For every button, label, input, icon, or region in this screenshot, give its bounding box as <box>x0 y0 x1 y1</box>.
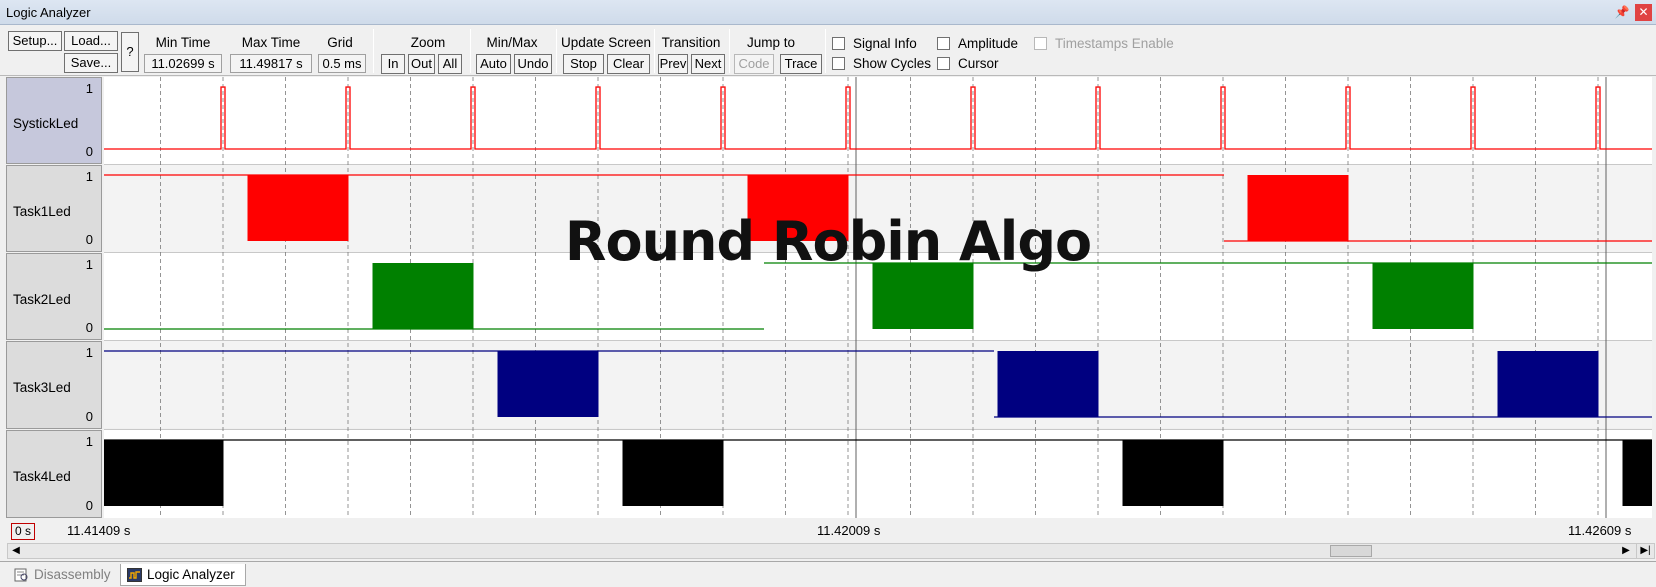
signal-name-task3led[interactable]: 1 Task3Led 0 <box>6 341 102 429</box>
toolbar-divider <box>729 29 730 73</box>
low-level-label: 0 <box>85 409 93 424</box>
show-cycles-checkbox[interactable] <box>832 57 845 70</box>
scroll-left-icon[interactable]: ◀ <box>8 544 24 558</box>
low-level-label: 0 <box>85 144 93 159</box>
min-time-value: 11.02699 s <box>144 54 222 73</box>
toolbar-divider <box>470 29 471 73</box>
show-cycles-label: Show Cycles <box>853 56 932 71</box>
signal-label: Task2Led <box>13 292 71 307</box>
max-time-label: Max Time <box>241 35 301 50</box>
time-label-left: 11.41409 s <box>67 523 131 538</box>
row-background <box>104 430 1652 518</box>
update-screen-label: Update Screen <box>560 35 652 50</box>
scroll-thumb[interactable] <box>1330 545 1372 557</box>
grid-value: 0.5 ms <box>318 54 366 73</box>
toolbar-divider <box>373 29 374 73</box>
prev-button[interactable]: Prev <box>658 54 688 74</box>
task-active-block <box>1497 351 1599 417</box>
task-active-block <box>1122 440 1224 506</box>
horizontal-scrollbar[interactable]: ◀ ▶ ▶| <box>7 543 1655 559</box>
high-level-label: 1 <box>85 345 93 360</box>
toolbar-divider <box>556 29 557 73</box>
zoom-out-button[interactable]: Out <box>408 54 435 74</box>
signal-info-checkbox[interactable] <box>832 37 845 50</box>
timestamps-checkbox[interactable] <box>1034 37 1047 50</box>
code-button[interactable]: Code <box>734 54 774 74</box>
scroll-right-icon[interactable]: ▶ <box>1618 544 1634 558</box>
undo-button[interactable]: Undo <box>514 54 552 74</box>
task-active-block <box>1622 440 1652 506</box>
load-button[interactable]: Load... <box>64 31 118 51</box>
timestamps-label: Timestamps Enable <box>1055 36 1174 51</box>
high-level-label: 1 <box>85 169 93 184</box>
amplitude-label: Amplitude <box>958 36 1019 51</box>
zoom-in-button[interactable]: In <box>381 54 405 74</box>
tab-logic-analyzer[interactable]: Logic Analyzer <box>120 564 246 586</box>
toolbar-divider <box>825 29 826 73</box>
next-button[interactable]: Next <box>691 54 725 74</box>
setup-button[interactable]: Setup... <box>8 31 62 51</box>
signal-name-task4led[interactable]: 1 Task4Led 0 <box>6 430 102 518</box>
task-active-block <box>104 440 224 506</box>
time-axis: 0 s 11.41409 s 11.42009 s 11.42609 s <box>0 520 1656 542</box>
transition-label: Transition <box>661 35 721 50</box>
close-icon[interactable]: ✕ <box>1635 4 1652 21</box>
cursor-checkbox[interactable] <box>937 57 950 70</box>
logic-analyzer-icon <box>127 568 142 582</box>
zero-time-marker: 0 s <box>11 523 36 540</box>
time-label-right: 11.42609 s <box>1568 523 1632 538</box>
zoom-label: Zoom <box>410 35 446 50</box>
row-background <box>104 341 1652 428</box>
tab-label: Disassembly <box>34 567 111 582</box>
trace-button[interactable]: Trace <box>780 54 822 74</box>
min-time-label: Min Time <box>155 35 211 50</box>
signal-area: 1 SystickLed 0 1 Task1Led 0 1 Task2Led 0… <box>0 77 1656 518</box>
tab-label: Logic Analyzer <box>147 567 235 582</box>
pin-icon[interactable]: 📌 <box>1614 4 1630 20</box>
signal-label: Task3Led <box>13 380 71 395</box>
task-active-block <box>622 440 724 506</box>
signal-info-label: Signal Info <box>853 36 917 51</box>
stop-button[interactable]: Stop <box>563 54 604 74</box>
jump-to-label: Jump to <box>746 35 796 50</box>
amplitude-checkbox[interactable] <box>937 37 950 50</box>
signal-name-systickled[interactable]: 1 SystickLed 0 <box>6 77 102 164</box>
low-level-label: 0 <box>85 498 93 513</box>
overlay-caption: Round Robin Algo <box>564 210 1092 273</box>
scroll-end-icon[interactable]: ▶| <box>1636 544 1654 558</box>
signal-label: Task4Led <box>13 469 71 484</box>
tab-disassembly[interactable]: Disassembly <box>8 564 114 586</box>
task-active-block <box>997 351 1099 417</box>
row-background <box>104 77 1652 164</box>
task-active-block <box>497 351 599 417</box>
help-button[interactable]: ? <box>121 32 139 72</box>
high-level-label: 1 <box>85 434 93 449</box>
bottom-tabs: Disassembly Logic Analyzer <box>0 561 1656 587</box>
max-time-value: 11.49817 s <box>230 54 312 73</box>
auto-button[interactable]: Auto <box>476 54 511 74</box>
high-level-label: 1 <box>85 81 93 96</box>
window-title: Logic Analyzer <box>6 5 91 20</box>
grid-label: Grid <box>327 35 353 50</box>
toolbar: Setup... Load... Save... ? Min Time 11.0… <box>0 25 1656 76</box>
time-label-center: 11.42009 s <box>817 523 881 538</box>
save-button[interactable]: Save... <box>64 53 118 73</box>
low-level-label: 0 <box>85 320 93 335</box>
cursor-label: Cursor <box>958 56 999 71</box>
signal-label: SystickLed <box>13 116 79 131</box>
zoom-all-button[interactable]: All <box>438 54 462 74</box>
title-bar: Logic Analyzer 📌 ✕ <box>0 0 1656 25</box>
clear-button[interactable]: Clear <box>607 54 650 74</box>
toolbar-divider <box>654 29 655 73</box>
disassembly-icon <box>14 568 28 582</box>
minmax-label: Min/Max <box>486 35 538 50</box>
waveform-plot[interactable] <box>104 77 1652 518</box>
